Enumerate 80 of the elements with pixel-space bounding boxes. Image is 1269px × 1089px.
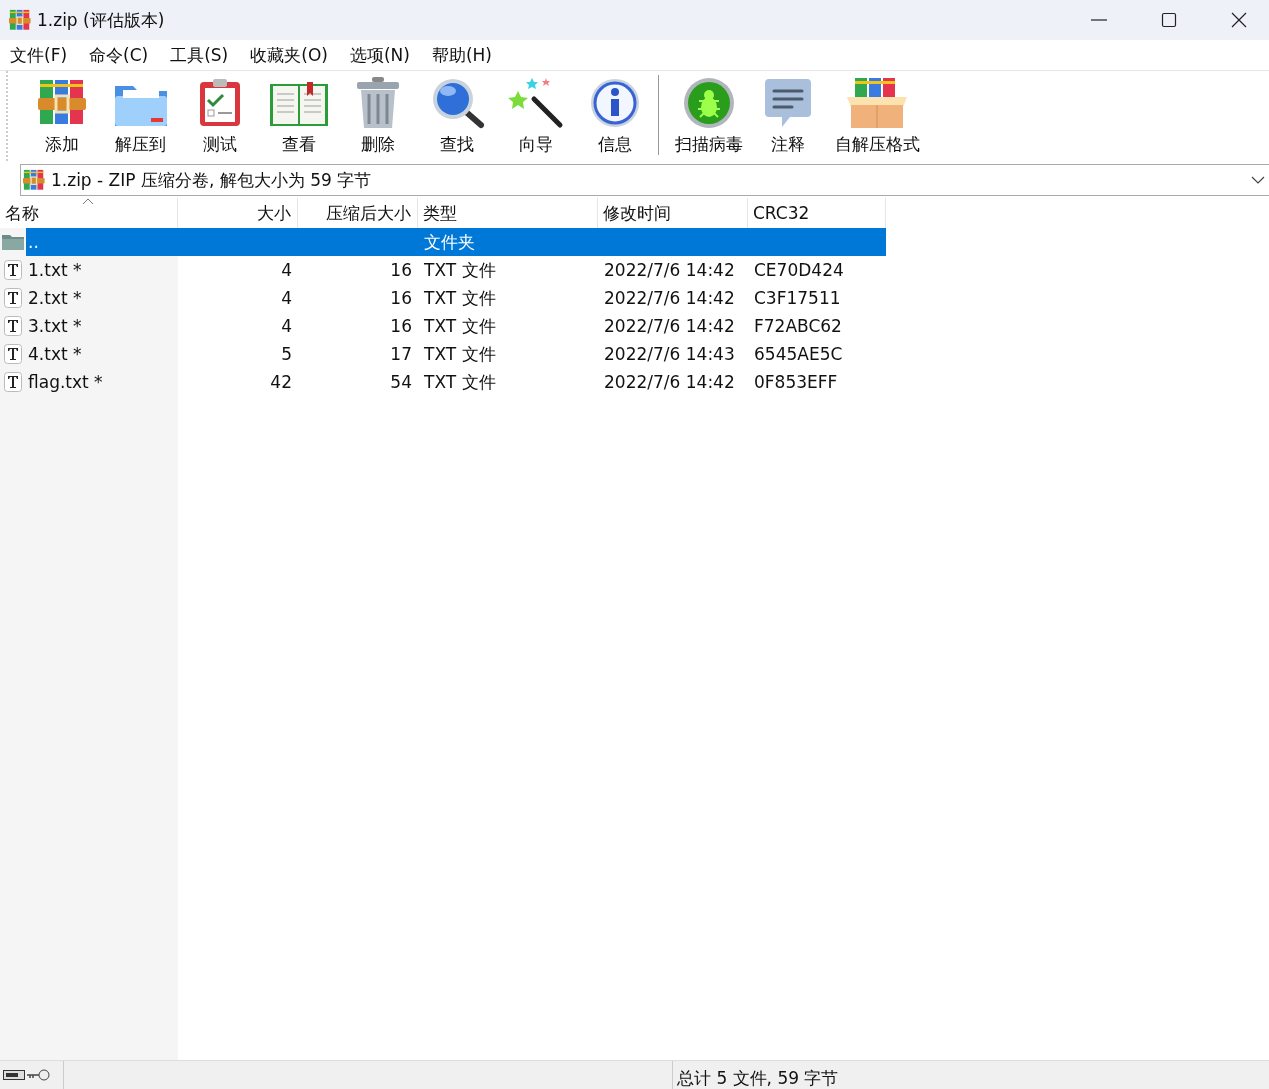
table-cell: 4 (281, 260, 292, 280)
magic-wand-icon (507, 77, 564, 129)
table-cell: 6545AE5C (754, 344, 843, 364)
file-row[interactable]: 1.txt * 4 16 TXT 文件 2022/7/6 14:42 CE70D424 (26, 256, 886, 284)
table-cell: CE70D424 (754, 260, 844, 280)
archive-icon (23, 169, 45, 191)
books-box-icon (845, 77, 909, 129)
toolbar-button[interactable]: 自解压格式 (827, 71, 927, 161)
table-cell: 2022/7/6 14:42 (604, 260, 735, 280)
table-cell: 2022/7/6 14:42 (604, 316, 735, 336)
menu-item[interactable]: 收藏夹(O) (242, 43, 336, 67)
close-icon (1231, 12, 1247, 28)
file-row[interactable]: 2.txt * 4 16 TXT 文件 2022/7/6 14:42 C3F17511 (26, 284, 886, 312)
table-cell: 17 (390, 344, 412, 364)
checklist-icon (197, 78, 242, 128)
archive-icon (9, 9, 31, 31)
text-file-icon (4, 316, 22, 336)
bug-badge-icon (682, 77, 735, 129)
minimize-icon (1091, 19, 1107, 21)
table-cell: 4 (281, 316, 292, 336)
menu-item[interactable]: 工具(S) (162, 43, 237, 67)
file-name: 4.txt * (28, 344, 82, 364)
menu-item[interactable]: 选项(N) (341, 43, 418, 67)
drive-icon (3, 1069, 25, 1081)
toolbar-button[interactable]: 扫描病毒 (669, 71, 748, 161)
toolbar-button[interactable]: 查找 (417, 71, 496, 161)
file-name: 1.txt * (28, 260, 82, 280)
text-file-icon (4, 288, 22, 308)
key-icon (27, 1069, 51, 1081)
table-cell: 42 (270, 372, 292, 392)
toolbar-button[interactable]: 测试 (180, 71, 259, 161)
file-row[interactable]: flag.txt * 42 54 TXT 文件 2022/7/6 14:42 0F853EFF (26, 368, 886, 396)
table-cell: 文件夹 (424, 231, 475, 252)
table-cell: 0F853EFF (754, 372, 838, 392)
trash-can-icon (354, 76, 401, 130)
table-cell: TXT 文件 (424, 371, 496, 392)
text-file-icon (4, 344, 22, 364)
table-cell: TXT 文件 (424, 259, 496, 280)
toolbar-button[interactable]: 注释 (748, 71, 827, 161)
table-cell: TXT 文件 (424, 343, 496, 364)
menu-item[interactable]: 帮助(H) (423, 43, 500, 67)
chevron-down-icon (1251, 175, 1265, 185)
toolbar-button[interactable]: 解压到 (101, 71, 180, 161)
table-cell: F72ABC62 (754, 316, 842, 336)
table-cell: 2022/7/6 14:43 (604, 344, 735, 364)
window-title: 1.zip (评估版本) (37, 8, 165, 32)
menu-item[interactable]: 命令(C) (81, 43, 157, 67)
address-text: 1.zip - ZIP 压缩分卷, 解包大小为 59 字节 (51, 168, 373, 192)
file-row[interactable]: .. 文件夹 (26, 228, 886, 256)
file-row[interactable]: 3.txt * 4 16 TXT 文件 2022/7/6 14:42 F72ABC62 (26, 312, 886, 340)
toolbar-button[interactable]: 添加 (22, 71, 101, 161)
table-cell: 2022/7/6 14:42 (604, 288, 735, 308)
speech-bubble-icon (763, 77, 812, 129)
table-cell: 2022/7/6 14:42 (604, 372, 735, 392)
file-name: 3.txt * (28, 316, 82, 336)
table-cell: 54 (390, 372, 412, 392)
table-cell: C3F17511 (754, 288, 841, 308)
table-cell: TXT 文件 (424, 287, 496, 308)
table-cell: TXT 文件 (424, 315, 496, 336)
toolbar-button[interactable]: 向导 (496, 71, 575, 161)
file-name: .. (28, 232, 39, 252)
address-bar[interactable]: 1.zip - ZIP 压缩分卷, 解包大小为 59 字节 (20, 164, 1269, 196)
maximize-icon (1161, 12, 1177, 28)
text-file-icon (4, 260, 22, 280)
toolbar-button[interactable]: 删除 (338, 71, 417, 161)
table-cell: 4 (281, 288, 292, 308)
toolbar-button[interactable]: 信息 (575, 71, 654, 161)
file-name: 2.txt * (28, 288, 82, 308)
menu-item[interactable]: 文件(F) (2, 43, 76, 67)
file-row[interactable]: 4.txt * 5 17 TXT 文件 2022/7/6 14:43 6545AE5C (26, 340, 886, 368)
text-file-icon (4, 372, 22, 392)
folder-icon (2, 234, 24, 250)
table-cell: 5 (281, 344, 292, 364)
status-text: 总计 5 文件, 59 字节 (676, 1066, 839, 1089)
table-cell: 16 (390, 260, 412, 280)
table-cell: 16 (390, 288, 412, 308)
table-cell: 16 (390, 316, 412, 336)
info-icon (589, 78, 640, 128)
file-name: flag.txt * (28, 372, 103, 392)
toolbar-button[interactable]: 查看 (259, 71, 338, 161)
